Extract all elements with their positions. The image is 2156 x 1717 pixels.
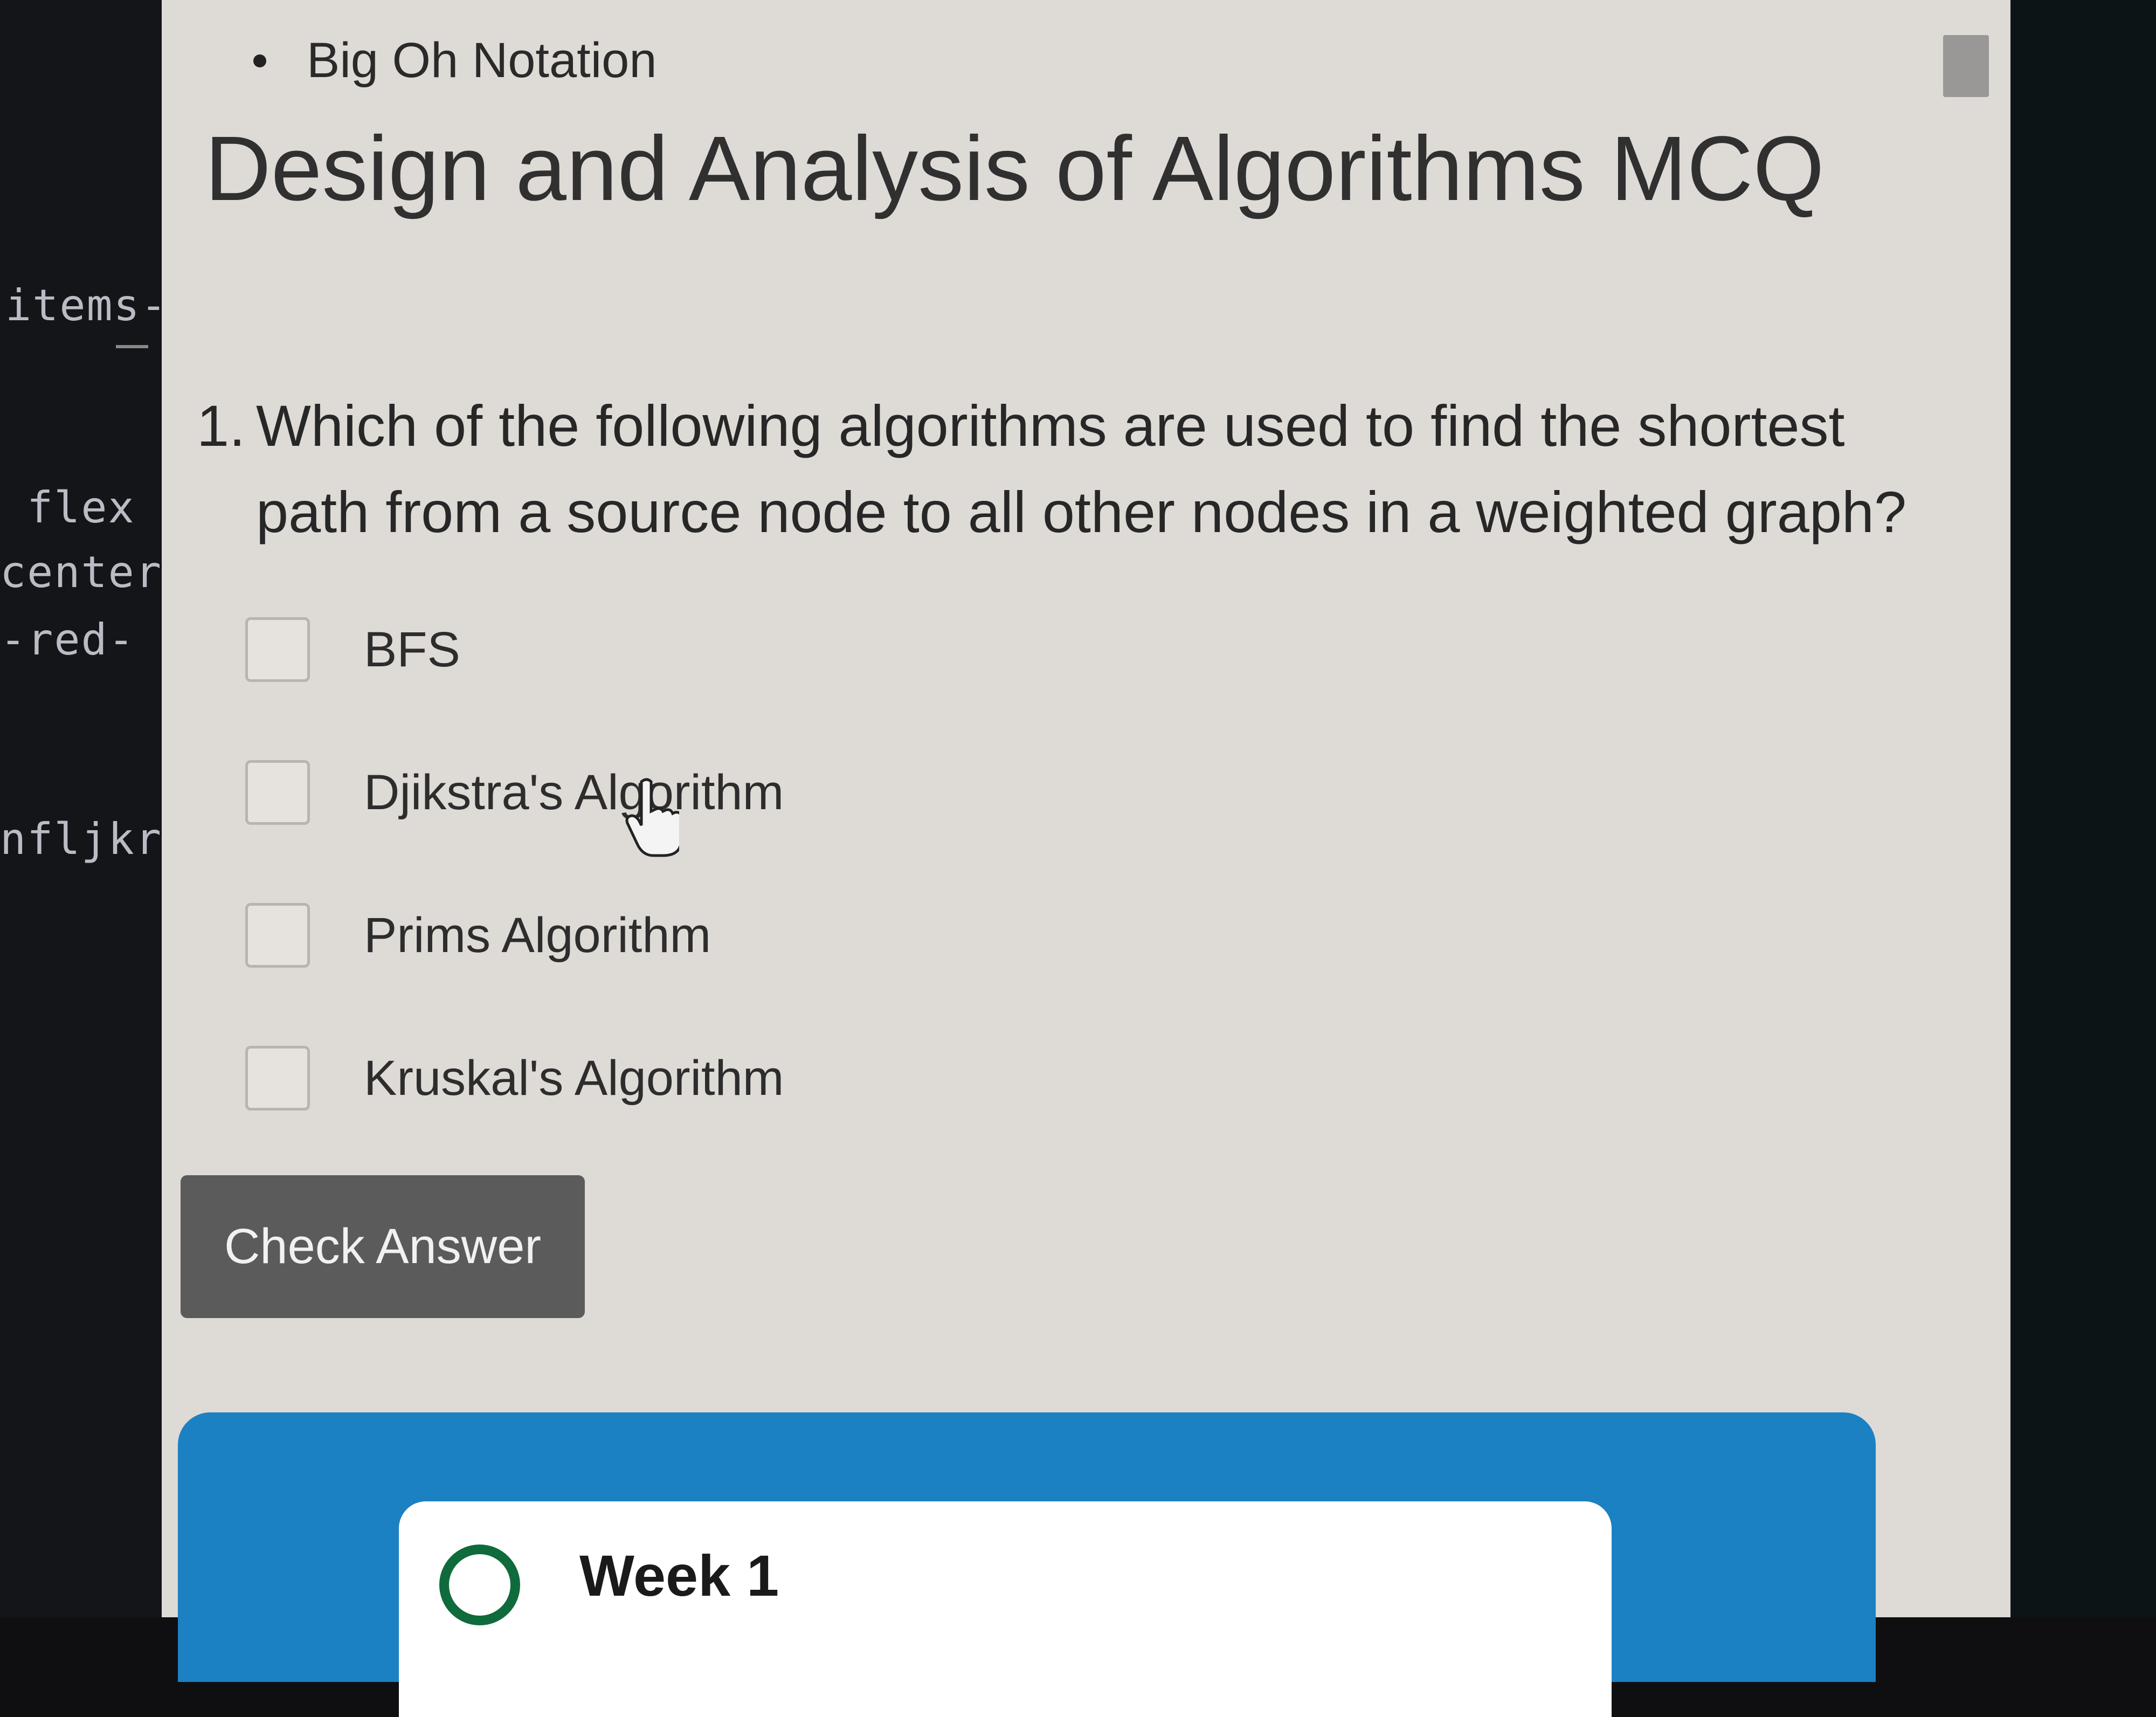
option-checkbox[interactable] xyxy=(245,760,310,825)
option-checkbox[interactable] xyxy=(245,1046,310,1111)
hand-cursor-icon xyxy=(625,778,679,857)
screen-bezel-right xyxy=(2010,0,2156,1617)
code-token: nfljkr xyxy=(0,814,162,864)
option-checkbox[interactable] xyxy=(245,903,310,968)
page-title: Design and Analysis of Algorithms MCQ xyxy=(205,118,1825,220)
code-token: flex xyxy=(27,482,135,533)
code-editor-strip: items- flex center -red- nfljkr xyxy=(0,0,167,1617)
bullet-dot-icon xyxy=(253,54,266,67)
question-line-1: Which of the following algorithms are us… xyxy=(256,393,1845,458)
option-dijkstra[interactable]: Djikstra's Algorithm xyxy=(245,760,784,825)
option-prims[interactable]: Prims Algorithm xyxy=(245,903,711,968)
scrollbar-thumb[interactable] xyxy=(1943,35,1989,97)
week-card[interactable]: Week 1 xyxy=(399,1501,1612,1717)
weeks-banner: Week 1 xyxy=(178,1412,1876,1717)
quiz-page: Big Oh Notation Design and Analysis of A… xyxy=(162,0,2010,1717)
nav-bullet-item[interactable]: Big Oh Notation xyxy=(253,32,657,89)
option-label: BFS xyxy=(364,622,460,677)
option-label: Kruskal's Algorithm xyxy=(364,1050,784,1106)
option-label: Djikstra's Algorithm xyxy=(364,764,784,820)
option-checkbox[interactable] xyxy=(245,617,310,682)
option-kruskal[interactable]: Kruskal's Algorithm xyxy=(245,1046,784,1111)
code-underline xyxy=(116,345,148,348)
question-line-2: path from a source node to all other nod… xyxy=(256,479,1907,544)
code-token: -red- xyxy=(0,615,135,665)
code-token: center xyxy=(0,547,162,597)
week-label: Week 1 xyxy=(579,1543,779,1608)
code-token: items- xyxy=(5,280,168,330)
question-text: 1. Which of the following algorithms are … xyxy=(197,383,1948,555)
check-answer-button[interactable]: Check Answer xyxy=(181,1175,585,1318)
option-label: Prims Algorithm xyxy=(364,907,711,963)
nav-bullet-label: Big Oh Notation xyxy=(307,33,657,88)
option-bfs[interactable]: BFS xyxy=(245,617,460,682)
week-status-circle-icon xyxy=(439,1544,520,1625)
question-number: 1. xyxy=(197,393,246,458)
